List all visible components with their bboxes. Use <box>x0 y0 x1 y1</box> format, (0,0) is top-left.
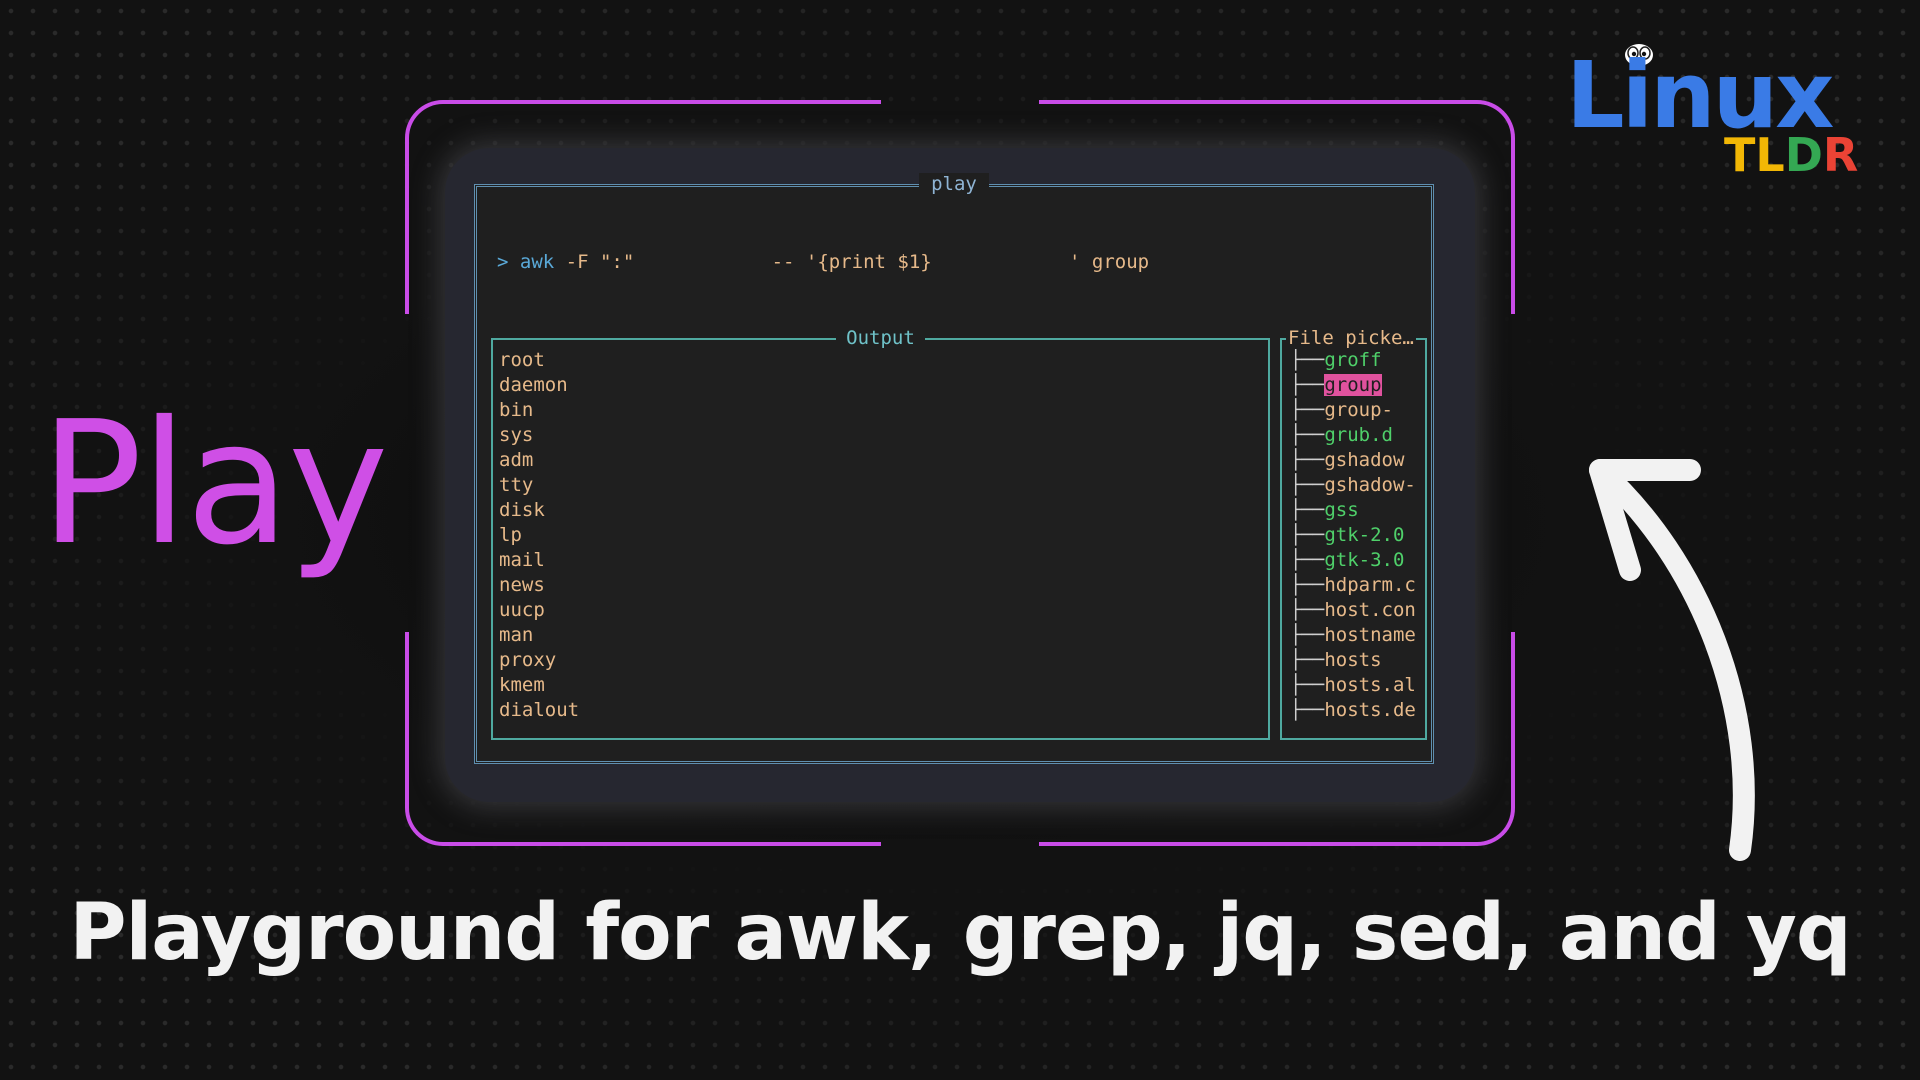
file-picker-item[interactable]: ├──hosts.al <box>1290 673 1425 698</box>
tree-branch: ├── <box>1290 449 1325 471</box>
file-picker-item[interactable]: ├──hosts.de <box>1290 698 1425 723</box>
logo-letter: D <box>1784 128 1823 182</box>
output-pane: Output root daemon bin sys adm tty disk lp mail n… <box>491 327 1270 740</box>
output-line: mail <box>499 549 545 571</box>
command-target: ' group <box>1069 251 1150 273</box>
file-picker-item[interactable]: ├──hdparm.c <box>1290 573 1425 598</box>
file-picker-item[interactable]: ├──gss <box>1290 498 1425 523</box>
output-line: sys <box>499 424 534 446</box>
logo-tldr: TLDR <box>1724 128 1858 182</box>
file-picker-item[interactable]: ├──gtk-2.0 <box>1290 523 1425 548</box>
file-picker-item-name: gtk-2.0 <box>1324 524 1405 546</box>
tree-branch: ├── <box>1290 699 1325 721</box>
output-line: man <box>499 624 534 646</box>
tree-branch: ├── <box>1290 524 1325 546</box>
tree-branch: ├── <box>1290 399 1325 421</box>
tree-branch: ├── <box>1290 624 1325 646</box>
output-line: daemon <box>499 374 568 396</box>
terminal-app: play > awk -F ":" -- '{print $1} ' group… <box>474 173 1434 764</box>
file-picker-item-name: hosts.al <box>1324 674 1416 696</box>
output-line: tty <box>499 474 534 496</box>
command-program: awk <box>519 251 555 273</box>
file-picker-item-name: gshadow <box>1324 449 1405 471</box>
file-picker-item-name: grub.d <box>1324 424 1393 446</box>
file-picker-item-name: groff <box>1324 349 1382 371</box>
file-picker-item-name: group <box>1324 374 1382 396</box>
file-picker-item[interactable]: ├──gshadow <box>1290 448 1425 473</box>
tree-branch: ├── <box>1290 499 1325 521</box>
tree-branch: ├── <box>1290 424 1325 446</box>
file-picker-item[interactable]: ├──group- <box>1290 398 1425 423</box>
command-input[interactable]: > awk -F ":" -- '{print $1} ' group <box>497 251 1149 273</box>
logo-letter: L <box>1755 128 1785 182</box>
tree-branch: ├── <box>1290 674 1325 696</box>
output-line: dialout <box>499 699 580 721</box>
file-picker-item-name: host.con <box>1324 599 1416 621</box>
linux-tldr-logo: Linux TLDR <box>1566 40 1866 182</box>
tree-branch: ├── <box>1290 549 1325 571</box>
tree-branch: ├── <box>1290 474 1325 496</box>
output-line: uucp <box>499 599 545 621</box>
file-picker-item-name: group- <box>1324 399 1393 421</box>
command-expression: -- '{print $1} <box>771 251 932 273</box>
output-title: Output <box>493 327 1268 349</box>
output-line: kmem <box>499 674 545 696</box>
file-picker-item-name: hosts <box>1324 649 1382 671</box>
output-line: lp <box>499 524 522 546</box>
output-line: bin <box>499 399 534 421</box>
tree-branch: ├── <box>1290 574 1325 596</box>
file-picker-item[interactable]: ├──grub.d <box>1290 423 1425 448</box>
logo-letter: T <box>1724 128 1756 182</box>
file-picker-item-name: hdparm.c <box>1324 574 1416 596</box>
output-line: proxy <box>499 649 557 671</box>
output-line: news <box>499 574 545 596</box>
curved-arrow-icon <box>1589 459 1755 861</box>
output-line: root <box>499 349 545 371</box>
logo-letter: R <box>1822 128 1859 182</box>
tree-branch: ├── <box>1290 599 1325 621</box>
tree-branch: ├── <box>1290 349 1325 371</box>
output-line: disk <box>499 499 545 521</box>
file-picker-title: File picke… <box>1286 327 1416 349</box>
file-picker-item-name: hosts.de <box>1324 699 1416 721</box>
file-picker-item-name: gss <box>1324 499 1359 521</box>
terminal-title: play <box>477 173 1431 195</box>
tree-branch: ├── <box>1290 374 1325 396</box>
tree-branch: ├── <box>1290 649 1325 671</box>
file-picker-item[interactable]: ├──groff <box>1290 348 1425 373</box>
file-picker-list: ├──groff ├──group ├──group- ├──grub.d ├──gsh… <box>1282 340 1425 723</box>
file-picker-item[interactable]: ├──host.con <box>1290 598 1425 623</box>
file-picker-item-name: gtk-3.0 <box>1324 549 1405 571</box>
file-picker-item[interactable]: ├──gshadow- <box>1290 473 1425 498</box>
tagline: Playground for awk, grep, jq, sed, and y… <box>69 888 1851 978</box>
output-list: root daemon bin sys adm tty disk lp mail news uucp… <box>493 340 1268 723</box>
output-line: adm <box>499 449 534 471</box>
file-picker-item[interactable]: ├──group <box>1290 373 1425 398</box>
headline: Play <box>40 385 389 583</box>
file-picker-item[interactable]: ├──gtk-3.0 <box>1290 548 1425 573</box>
file-picker-item[interactable]: ├──hosts <box>1290 648 1425 673</box>
prompt-symbol: > <box>497 251 509 273</box>
file-picker-pane[interactable]: File picke… ├──groff ├──group ├──group- ├──… <box>1280 327 1427 740</box>
file-picker-item-name: hostname <box>1324 624 1416 646</box>
command-flag: -F ":" <box>554 251 635 273</box>
file-picker-item[interactable]: ├──hostname <box>1290 623 1425 648</box>
file-picker-item-name: gshadow- <box>1324 474 1416 496</box>
